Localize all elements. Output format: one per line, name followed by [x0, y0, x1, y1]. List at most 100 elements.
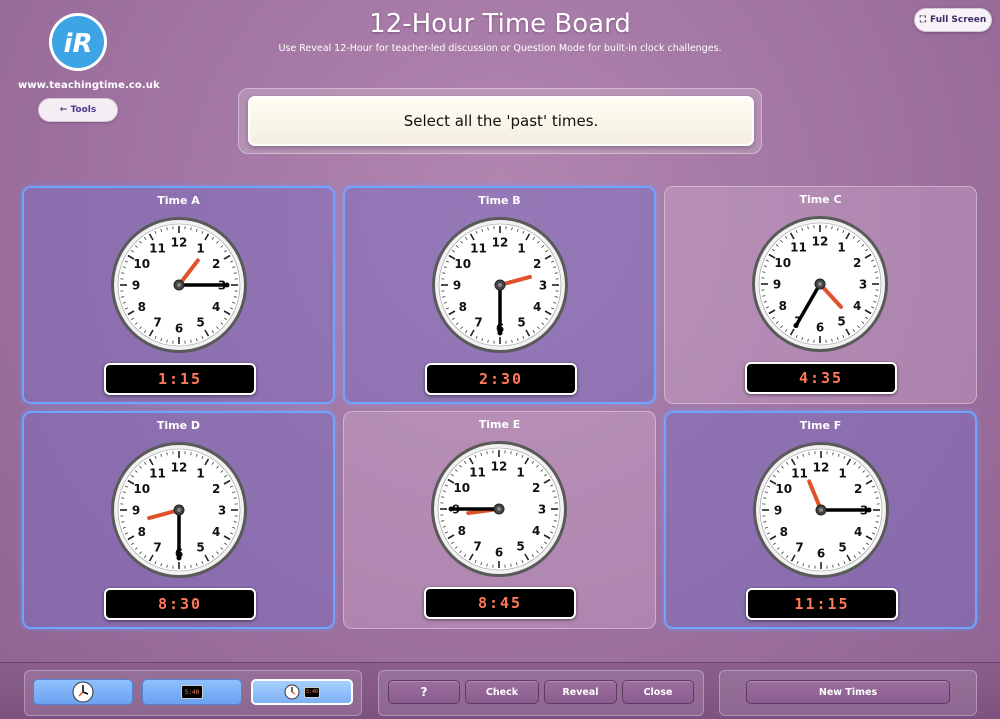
time-card-c[interactable]: Time C1234567891011124:35 — [664, 186, 977, 404]
clock-numeral: 4 — [212, 525, 220, 539]
time-card-label: Time C — [799, 193, 842, 206]
time-card-b[interactable]: Time B1234567891011122:30 — [343, 186, 656, 404]
clock-numeral: 1 — [838, 466, 846, 480]
clock-numeral: 2 — [533, 257, 541, 271]
clock-numeral: 8 — [779, 299, 787, 313]
question-button[interactable]: ? — [388, 680, 460, 704]
time-card-f[interactable]: Time F12345678910111211:15 — [664, 411, 977, 629]
clock-numeral: 3 — [218, 504, 226, 518]
analog-clock: 123456789101112 — [432, 217, 568, 353]
clock-numeral: 8 — [459, 300, 467, 314]
clock-numeral: 3 — [538, 503, 546, 517]
analog-mode-button[interactable] — [33, 679, 133, 705]
clock-numeral: 9 — [773, 278, 781, 292]
reveal-button[interactable]: Reveal — [544, 680, 617, 704]
clock-numeral: 1 — [516, 465, 524, 479]
clock-numeral: 4 — [853, 299, 861, 313]
close-button[interactable]: Close — [622, 680, 694, 704]
minute-hand-tip — [224, 282, 230, 288]
analog-clock: 123456789101112 — [753, 442, 889, 578]
clock-numeral: 12 — [171, 461, 188, 475]
check-button[interactable]: Check — [465, 680, 539, 704]
clock-numeral: 5 — [516, 540, 524, 554]
clock-center-dot — [497, 507, 501, 511]
clock-numeral: 3 — [539, 279, 547, 293]
clock-numeral: 8 — [138, 525, 146, 539]
clock-center-dot — [177, 283, 181, 287]
site-url[interactable]: www.teachingtime.co.uk — [18, 80, 160, 91]
analog-clock-icon — [284, 684, 300, 700]
digital-time-display: 1:15 — [104, 363, 256, 395]
clock-numeral: 10 — [133, 257, 150, 271]
fullscreen-button[interactable]: ⛶ Full Screen — [914, 8, 992, 32]
minute-hand-tip — [497, 330, 503, 336]
clock-center-dot — [819, 508, 823, 512]
clock-numeral: 2 — [212, 257, 220, 271]
digital-time-display: 4:35 — [745, 362, 897, 394]
clock-numeral: 9 — [132, 279, 140, 293]
clock-numeral: 4 — [854, 525, 862, 539]
time-card-label: Time D — [156, 419, 201, 432]
clock-numeral: 5 — [837, 315, 845, 329]
clock-numeral: 6 — [495, 546, 503, 560]
clock-numeral: 5 — [196, 316, 204, 330]
fullscreen-label: Full Screen — [930, 15, 987, 25]
clock-numeral: 1 — [196, 241, 204, 255]
digital-time-display: 11:15 — [746, 588, 898, 620]
clock-numeral: 11 — [149, 466, 166, 480]
clock-numeral: 7 — [473, 540, 481, 554]
minute-hand-tip — [176, 555, 182, 561]
clock-numeral: 9 — [774, 504, 782, 518]
clock-numeral: 11 — [790, 240, 807, 254]
clock-numeral: 1 — [517, 241, 525, 255]
analog-clock: 123456789101112 — [752, 216, 888, 352]
digital-clock-icon: 5:40 — [304, 686, 320, 698]
clock-numeral: 10 — [453, 481, 470, 495]
analog-clock-icon — [72, 681, 94, 703]
digital-time-display: 2:30 — [425, 363, 577, 395]
time-card-e[interactable]: Time E1234567891011128:45 — [343, 411, 656, 629]
analog-clock: 123456789101112 — [431, 441, 567, 577]
clock-numeral: 10 — [774, 256, 791, 270]
clock-numeral: 11 — [149, 241, 166, 255]
new-times-button[interactable]: New Times — [746, 680, 950, 704]
clock-numeral: 11 — [470, 241, 487, 255]
tools-button[interactable]: ← Tools — [38, 98, 118, 122]
question-prompt: Select all the 'past' times. — [248, 96, 754, 146]
clock-center-dot — [177, 508, 181, 512]
clock-numeral: 5 — [517, 316, 525, 330]
clock-numeral: 8 — [780, 525, 788, 539]
clock-numeral: 5 — [196, 541, 204, 555]
digital-mode-button[interactable]: 5:40 — [142, 679, 242, 705]
time-card-label: Time B — [478, 194, 521, 207]
clock-numeral: 2 — [212, 482, 220, 496]
clock-numeral: 10 — [133, 482, 150, 496]
page-subtitle: Use Reveal 12-Hour for teacher-led discu… — [278, 43, 722, 54]
clock-numeral: 1 — [837, 240, 845, 254]
clock-numeral: 4 — [533, 300, 541, 314]
clock-numeral: 12 — [812, 235, 829, 249]
time-card-d[interactable]: Time D1234567891011128:30 — [22, 411, 335, 629]
digital-time-display: 8:30 — [104, 588, 256, 620]
clock-numeral: 9 — [453, 279, 461, 293]
clock-numeral: 11 — [469, 465, 486, 479]
clock-numeral: 6 — [817, 547, 825, 561]
clock-numeral: 7 — [795, 541, 803, 555]
clock-numeral: 4 — [532, 524, 540, 538]
clock-numeral: 2 — [853, 256, 861, 270]
clock-numeral: 12 — [492, 236, 509, 250]
clock-numeral: 8 — [458, 524, 466, 538]
clock-numeral: 3 — [859, 278, 867, 292]
clock-numeral: 5 — [838, 541, 846, 555]
both-mode-button[interactable]: 5:40 — [251, 679, 353, 705]
clock-numeral: 9 — [132, 504, 140, 518]
clock-numeral: 4 — [212, 300, 220, 314]
clock-numeral: 7 — [153, 541, 161, 555]
clock-numeral: 6 — [175, 322, 183, 336]
clock-center-dot — [818, 282, 822, 286]
time-card-a[interactable]: Time A1234567891011121:15 — [22, 186, 335, 404]
clock-numeral: 1 — [196, 466, 204, 480]
clock-numeral: 12 — [813, 461, 830, 475]
clock-numeral: 2 — [854, 482, 862, 496]
clock-numeral: 8 — [138, 300, 146, 314]
